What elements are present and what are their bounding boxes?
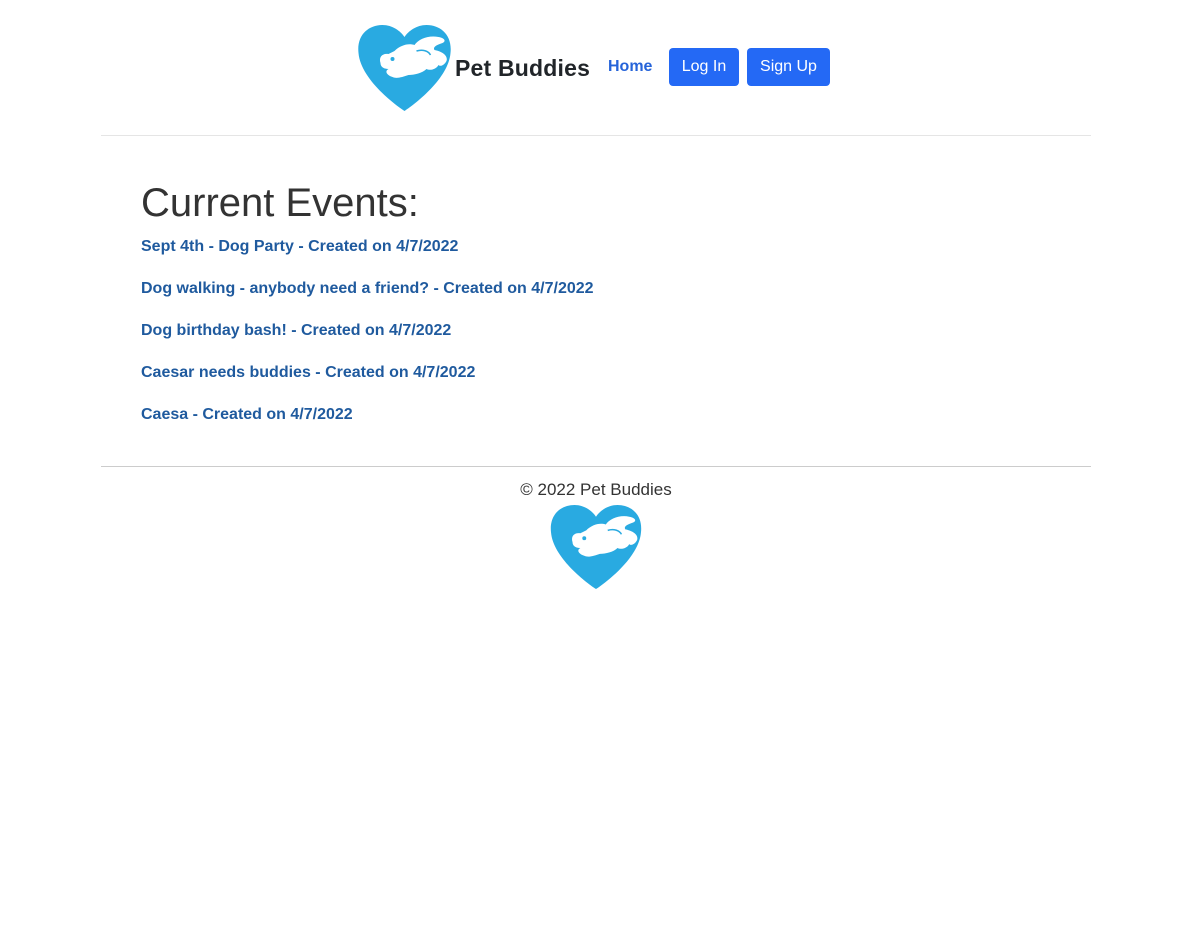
event-list-item: Dog birthday bash! - Created on 4/7/2022 [141, 322, 594, 364]
heart-dog-logo-icon [358, 25, 451, 111]
signup-button[interactable]: Sign Up [747, 48, 830, 86]
brand-link[interactable]: Pet Buddies [354, 23, 590, 113]
site-header: Pet Buddies Home Log In Sign Up [101, 0, 1091, 136]
nav-home-link[interactable]: Home [608, 58, 652, 76]
page-title: Current Events: [141, 181, 419, 225]
event-link[interactable]: Caesar needs buddies - Created on 4/7/20… [141, 364, 475, 381]
brand-name: Pet Buddies [455, 54, 591, 81]
event-list-item: Caesar needs buddies - Created on 4/7/20… [141, 364, 594, 406]
event-link[interactable]: Caesa - Created on 4/7/2022 [141, 406, 353, 423]
site-footer: © 2022 Pet Buddies [101, 466, 1091, 591]
login-button[interactable]: Log In [669, 48, 739, 86]
heart-dog-logo-icon [550, 504, 642, 590]
copyright-text: © 2022 Pet Buddies [520, 480, 672, 499]
event-link[interactable]: Sept 4th - Dog Party - Created on 4/7/20… [141, 238, 458, 255]
event-link[interactable]: Dog walking - anybody need a friend? - C… [141, 280, 594, 297]
event-list-item: Caesa - Created on 4/7/2022 [141, 406, 594, 448]
event-list: Sept 4th - Dog Party - Created on 4/7/20… [141, 238, 594, 448]
event-link[interactable]: Dog birthday bash! - Created on 4/7/2022 [141, 322, 451, 339]
page-container: Pet Buddies Home Log In Sign Up Current … [101, 0, 1091, 937]
event-list-item: Sept 4th - Dog Party - Created on 4/7/20… [141, 238, 594, 280]
event-list-item: Dog walking - anybody need a friend? - C… [141, 280, 594, 322]
